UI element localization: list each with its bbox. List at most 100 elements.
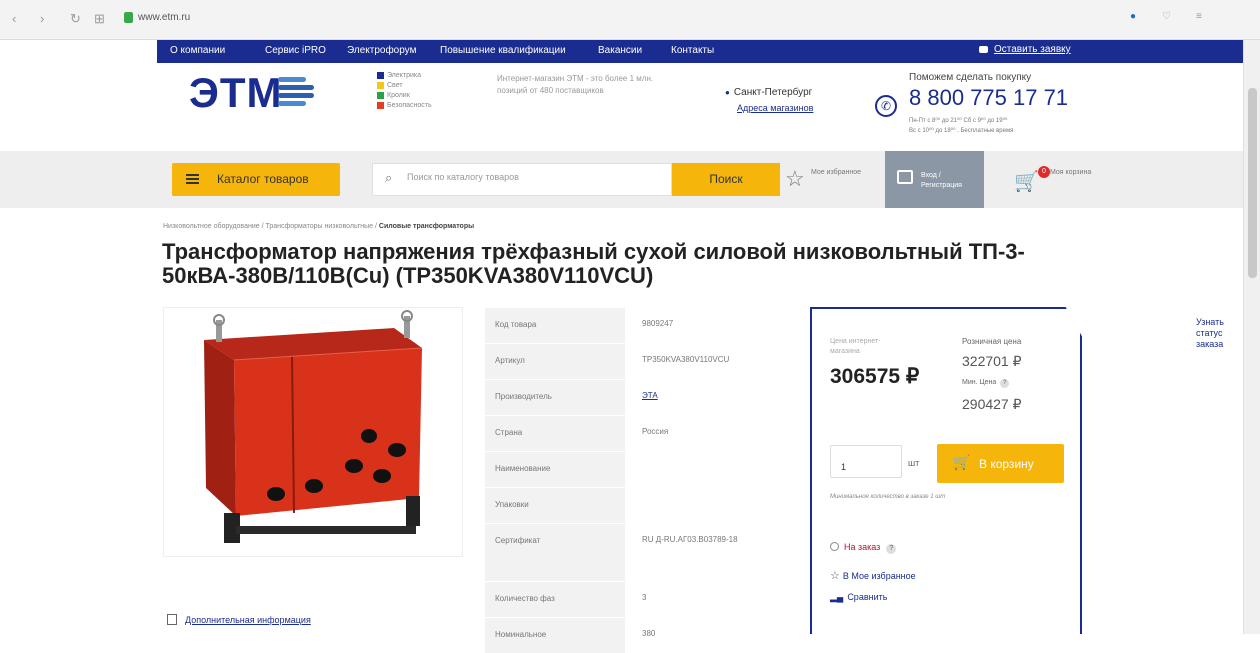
price-label: Цена интернет-магазина xyxy=(830,338,881,355)
chart-icon: ▂▄ xyxy=(830,592,844,602)
compare-link[interactable]: ▂▄ Сравнить xyxy=(830,592,887,603)
stores-link[interactable]: Адреса магазинов xyxy=(737,103,813,113)
online-price: 306575 ₽ xyxy=(830,365,920,388)
category-light[interactable]: Свет xyxy=(377,81,432,91)
category-safety[interactable]: Безопасность xyxy=(377,101,432,111)
retail-price-label: Розничная цена xyxy=(962,337,1022,346)
retail-price: 322701 ₽ xyxy=(962,353,1022,369)
quantity-input[interactable] xyxy=(830,445,902,478)
logo[interactable]: ЭТМ xyxy=(189,69,283,117)
spec-key: Упаковки xyxy=(495,500,529,509)
breadcrumb-trail[interactable]: Низковольтное оборудование / Трансформат… xyxy=(163,223,379,230)
spec-value: TP350KVA380V110VCU xyxy=(642,355,730,364)
add-to-cart-button[interactable]: 🛒 В корзину xyxy=(937,444,1064,483)
reload-icon[interactable]: ↻ xyxy=(70,11,81,27)
hours-weekdays: Пн-Пт с 8⁰⁰ до 21⁰⁰ Сб с 9⁰⁰ до 19⁰⁰ xyxy=(909,118,1008,124)
availability-status: На заказ? xyxy=(830,542,897,554)
cart-count-badge: 0 xyxy=(1038,166,1050,178)
spec-row: Артикул TP350KVA380V110VCU xyxy=(485,343,795,379)
star-icon: ☆ xyxy=(785,166,805,191)
grid-icon[interactable]: ⊞ xyxy=(94,11,105,27)
city-selector[interactable]: Санкт-Петербург xyxy=(725,87,812,98)
address-bar[interactable]: www.etm.ru xyxy=(138,12,190,23)
help-icon[interactable]: ? xyxy=(886,544,897,554)
spec-row: Номинальное 380 xyxy=(485,617,795,653)
nav-vacancies[interactable]: Вакансии xyxy=(598,45,642,56)
cart-icon: 🛒 xyxy=(953,454,971,470)
search-input[interactable] xyxy=(407,172,657,182)
nav-contacts[interactable]: Контакты xyxy=(671,45,714,56)
back-icon[interactable]: ‹ xyxy=(12,11,16,26)
scrollbar-thumb[interactable] xyxy=(1248,88,1257,278)
menu-burger-icon xyxy=(186,174,199,184)
catalog-button[interactable]: Каталог товаров xyxy=(172,163,340,196)
site-header: ЭТМ Электрика Свет Кролик Безопасность И… xyxy=(157,63,1243,151)
logo-mark-icon xyxy=(278,77,314,107)
login-label: Вход / Регистрация xyxy=(921,172,962,189)
lock-icon xyxy=(124,12,133,23)
spec-key: Наименование xyxy=(495,464,551,473)
min-order-note: Минимальное количество в заказе 1 шт xyxy=(830,494,946,500)
add-favorites-link[interactable]: ☆ В Мое избранное xyxy=(830,569,916,582)
scrollbar[interactable] xyxy=(1243,40,1260,634)
nav-training[interactable]: Повышение квалификации xyxy=(440,45,566,56)
manufacturer-link[interactable]: ЭТА xyxy=(642,386,792,406)
menu-icon[interactable]: ≡ xyxy=(1196,11,1202,22)
browser-toolbar: ‹ › ↻ ⊞ www.etm.ru ● ♡ ≡ xyxy=(0,0,1260,40)
breadcrumb: Низковольтное оборудование / Трансформат… xyxy=(163,223,474,230)
extra-info-link[interactable]: Дополнительная информация xyxy=(167,614,311,625)
favorites-label: Мое избранное xyxy=(811,169,861,176)
category-tools[interactable]: Кролик xyxy=(377,91,432,101)
min-price-label: Мин. Цена xyxy=(962,379,1009,388)
working-hours: Пн-Пт с 8⁰⁰ до 21⁰⁰ Сб с 9⁰⁰ до 19⁰⁰ Вс … xyxy=(909,116,1013,136)
spec-row: Сертификат RU Д-RU.АГ03.В03789-18 xyxy=(485,523,795,581)
search-box: ⌕ xyxy=(372,163,672,196)
clock-icon xyxy=(830,542,839,551)
nav-ipro[interactable]: Сервис iPRO xyxy=(265,45,326,56)
catalog-label: Каталог товаров xyxy=(217,172,309,186)
transformer-image xyxy=(204,310,423,543)
cart-label: Моя корзина xyxy=(1050,169,1092,176)
spec-row: Упаковки xyxy=(485,487,795,523)
min-price: 290427 ₽ xyxy=(962,396,1022,412)
spec-key: Артикул xyxy=(495,356,525,365)
star-icon: ☆ xyxy=(830,570,840,582)
spec-value: 380 xyxy=(642,629,656,638)
spec-value: 3 xyxy=(642,593,647,602)
catalog-bar: Каталог товаров ⌕ Поиск ☆ Мое избранное … xyxy=(0,151,1243,208)
spec-key: Код товара xyxy=(495,320,537,329)
phone-icon: ✆ xyxy=(875,95,897,117)
search-button[interactable]: Поиск xyxy=(672,163,780,196)
buy-box: Цена интернет-магазина 306575 ₽ Рознична… xyxy=(810,307,1082,634)
compare-label: Сравнить xyxy=(847,592,888,602)
spec-key: Номинальное xyxy=(495,630,547,639)
search-icon: ⌕ xyxy=(385,170,393,185)
bookmark-icon[interactable]: ♡ xyxy=(1162,11,1171,22)
forward-icon[interactable]: › xyxy=(40,11,44,26)
spec-value: Россия xyxy=(642,427,669,436)
product-photo[interactable] xyxy=(163,307,463,557)
spec-key: Страна xyxy=(495,428,523,437)
nav-forum[interactable]: Электрофорум xyxy=(347,45,416,56)
leave-request-link[interactable]: Оставить заявку xyxy=(979,44,1071,55)
login-button[interactable]: Вход / Регистрация xyxy=(885,151,984,208)
spec-value: 9809247 xyxy=(642,319,674,328)
category-electric[interactable]: Электрика xyxy=(377,71,432,81)
phone-number[interactable]: 8 800 775 17 71 xyxy=(909,85,1068,111)
nav-about[interactable]: О компании xyxy=(170,45,225,56)
spec-row: Код товара 9809247 xyxy=(485,307,795,343)
spec-table: Код товара 9809247 Артикул TP350KVA380V1… xyxy=(485,307,795,653)
add-favorites-label: В Мое избранное xyxy=(842,571,916,581)
order-status-link[interactable]: Узнать статус заказа xyxy=(1196,317,1240,350)
help-text: Поможем сделать покупку xyxy=(909,72,1032,83)
spec-row: Количество фаз 3 xyxy=(485,581,795,617)
breadcrumb-current: Силовые трансформаторы xyxy=(378,223,475,230)
spec-key: Сертификат xyxy=(495,536,541,545)
spec-row: Страна Россия xyxy=(485,415,795,451)
spec-row: Производитель ЭТА xyxy=(485,379,795,415)
unit-label: шт xyxy=(908,458,920,468)
spec-key: Производитель xyxy=(495,392,552,401)
shop-description: Интернет-магазин ЭТМ - это более 1 млн. … xyxy=(497,74,654,95)
page-title: Трансформатор напряжения трёхфазный сухо… xyxy=(162,239,1025,288)
extension-icon[interactable]: ● xyxy=(1130,11,1136,22)
